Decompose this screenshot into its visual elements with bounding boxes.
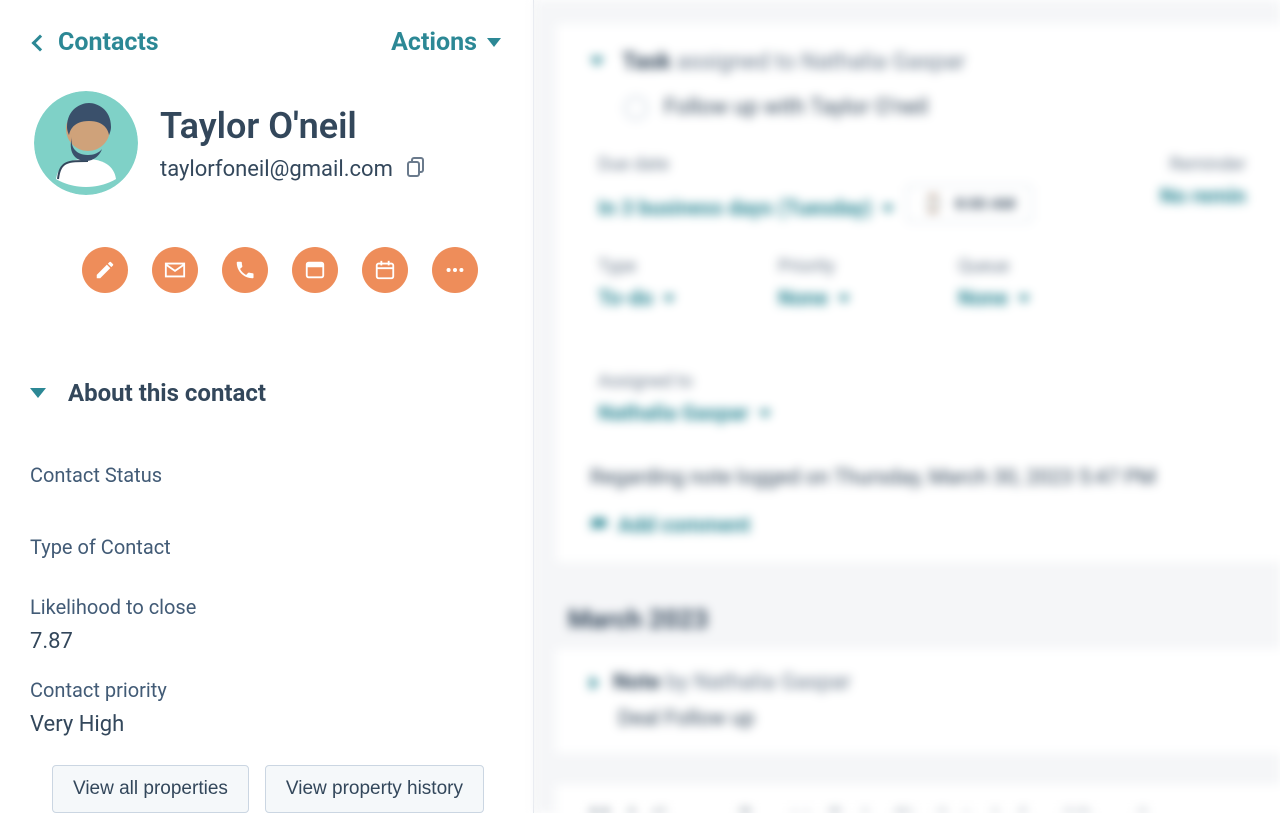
avatar[interactable] (34, 91, 138, 195)
caret-right-icon[interactable] (590, 676, 599, 690)
marketing-email-card[interactable]: Marketing email sent to Taylor O'neil <t… (556, 783, 1280, 813)
add-comment-button[interactable]: Add comment (590, 514, 750, 538)
assigned-dropdown[interactable]: Nathalia Gaspar (598, 402, 771, 426)
about-section-title: About this contact (68, 379, 266, 407)
back-label: Contacts (58, 28, 159, 57)
task-title: Follow up with Taylor O'neil (664, 95, 928, 120)
actions-label: Actions (391, 28, 477, 57)
avatar-illustration (34, 91, 138, 195)
likelihood-value: 7.87 (30, 629, 499, 654)
priority-label: Contact priority (30, 678, 499, 702)
meeting-button[interactable] (362, 247, 408, 293)
caret-down-icon (759, 410, 771, 418)
caret-down-icon (30, 388, 46, 398)
timeline-month-header: March 2023 (534, 585, 1280, 647)
view-all-properties-button[interactable]: View all properties (52, 765, 249, 813)
contact-left-panel: Contacts Actions (0, 0, 534, 813)
note-body: Deal Follow up (618, 707, 1246, 731)
priority-value: Very High (30, 712, 499, 737)
priority-dropdown[interactable]: None (778, 287, 850, 311)
task-card[interactable]: Task assigned to Nathalia Gaspar Follow … (556, 24, 1280, 563)
due-date-dropdown[interactable]: In 3 business days (Tuesday) (598, 197, 894, 221)
clock-icon: ⌚ (923, 194, 943, 213)
back-to-contacts[interactable]: Contacts (34, 28, 159, 57)
note-button[interactable] (82, 247, 128, 293)
chevron-left-icon (32, 34, 49, 51)
reminder-label: Reminder (1126, 154, 1246, 175)
call-button[interactable] (222, 247, 268, 293)
contact-status-label: Contact Status (30, 463, 499, 487)
task-header: Task assigned to Nathalia Gaspar (622, 48, 965, 75)
contact-action-buttons (82, 247, 501, 293)
contact-email[interactable]: taylorfoneil@gmail.com (160, 157, 393, 182)
caret-down-icon[interactable] (590, 57, 604, 66)
view-property-history-button[interactable]: View property history (265, 765, 484, 813)
caret-down-icon (838, 295, 850, 303)
type-dropdown[interactable]: To-do (598, 287, 675, 311)
due-time-input[interactable]: ⌚8:00 AM (906, 185, 1032, 222)
activity-timeline: Task assigned to Nathalia Gaspar Follow … (534, 0, 1280, 813)
caret-down-icon (882, 205, 894, 213)
caret-down-icon (663, 295, 675, 303)
caret-down-icon (487, 38, 501, 47)
task-checkbox[interactable] (624, 96, 648, 120)
assigned-label: Assigned to (598, 371, 771, 392)
reminder-dropdown[interactable]: No remin (1160, 185, 1246, 209)
queue-label: Queue (958, 256, 1078, 277)
regarding-text: Regarding note logged on Thursday, March… (590, 466, 1246, 490)
contact-name: Taylor O'neil (160, 105, 425, 147)
type-of-contact-label: Type of Contact (30, 535, 499, 559)
caret-down-icon (1018, 295, 1030, 303)
type-label: Type (598, 256, 718, 277)
queue-dropdown[interactable]: None (958, 287, 1030, 311)
comment-icon (590, 517, 608, 535)
actions-dropdown[interactable]: Actions (391, 28, 501, 57)
priority-field-label: Priority (778, 256, 898, 277)
likelihood-label: Likelihood to close (30, 595, 499, 619)
copy-icon[interactable] (407, 157, 425, 181)
log-button[interactable] (292, 247, 338, 293)
due-date-label: Due date (598, 154, 1032, 175)
about-section-toggle[interactable]: About this contact (30, 379, 499, 407)
email-button[interactable] (152, 247, 198, 293)
note-card[interactable]: Note by Nathalia Gaspar Deal Follow up (556, 647, 1280, 753)
more-button[interactable] (432, 247, 478, 293)
